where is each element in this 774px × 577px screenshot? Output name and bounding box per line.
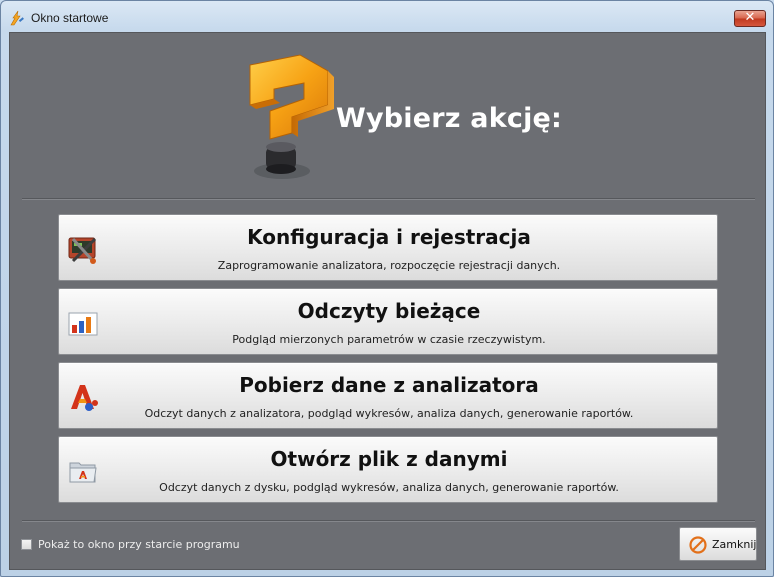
question-mark-logo: [249, 54, 334, 179]
configuration-title: Konfiguracja i rejestracja: [247, 225, 531, 249]
start-window: Okno startowe ✕ Wybierz akcję: Konfigura…: [0, 0, 774, 577]
title-bar[interactable]: Okno startowe ✕: [1, 1, 773, 31]
client-area: Wybierz akcję: Konfiguracja i rejestracj…: [9, 32, 766, 570]
stop-icon: [689, 536, 707, 554]
download-data-description: Odczyt danych z analizatora, podgląd wyk…: [144, 407, 634, 420]
page-heading: Wybierz akcję:: [336, 103, 563, 134]
live-readings-button[interactable]: Odczyty bieżące Podgląd mierzonych param…: [58, 288, 718, 355]
window-close-button[interactable]: ✕: [734, 10, 766, 27]
download-data-button[interactable]: Pobierz dane z analizatora Odczyt danych…: [58, 362, 718, 429]
close-button[interactable]: Zamknij: [679, 527, 757, 561]
live-readings-description: Podgląd mierzonych parametrów w czasie r…: [232, 333, 546, 346]
configuration-button[interactable]: Konfiguracja i rejestracja Zaprogramowan…: [58, 214, 718, 281]
lightning-wrench-icon: [10, 10, 24, 26]
download-data-title: Pobierz dane z analizatora: [239, 373, 539, 397]
window-title: Okno startowe: [31, 11, 109, 25]
show-on-startup-label[interactable]: Pokaż to okno przy starcie programu: [38, 538, 240, 551]
bottom-separator: [22, 520, 755, 522]
configuration-description: Zaprogramowanie analizatora, rozpoczęcie…: [217, 259, 561, 272]
close-button-label: Zamknij: [712, 538, 757, 551]
open-file-button[interactable]: Otwórz plik z danymi Odczyt danych z dys…: [58, 436, 718, 503]
open-file-title: Otwórz plik z danymi: [270, 447, 508, 471]
close-icon: ✕: [744, 10, 756, 25]
show-on-startup-checkbox[interactable]: [21, 539, 32, 550]
live-readings-title: Odczyty bieżące: [297, 299, 481, 323]
open-file-description: Odczyt danych z dysku, podgląd wykresów,…: [159, 481, 619, 494]
top-separator: [22, 198, 755, 200]
